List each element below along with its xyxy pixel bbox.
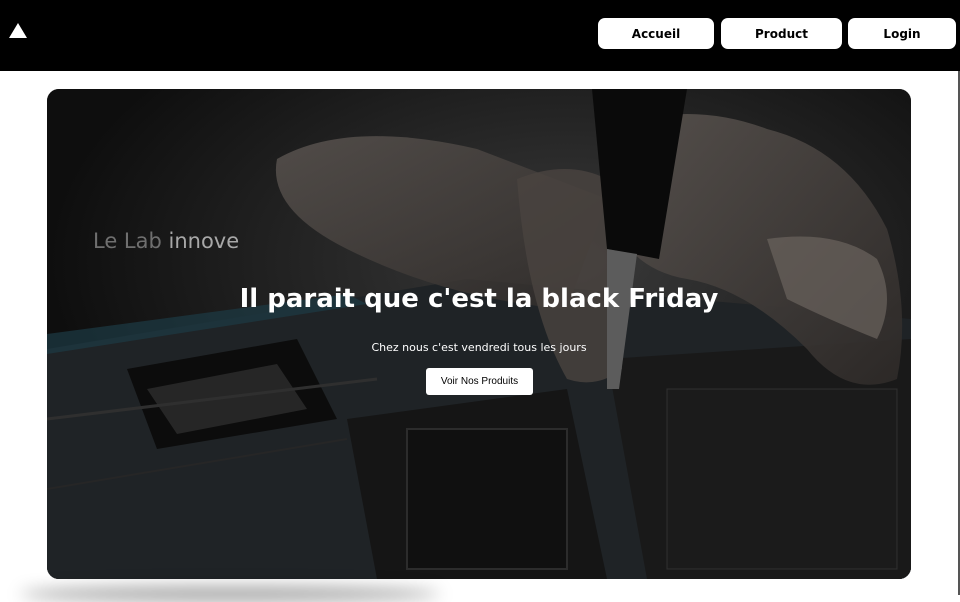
hero-banner: Le Lab innove Il parait que c'est la bla… [47,89,911,579]
tagline-light-text: Le Lab [93,229,169,253]
hero-title: Il parait que c'est la black Friday [239,284,719,314]
hero-subtitle: Chez nous c'est vendredi tous les jours [371,341,587,354]
nav-accueil-button[interactable]: Accueil [598,18,714,49]
navbar: Accueil Product Login [0,0,960,71]
tagline-strong-text: innove [168,229,240,253]
nav-product-button[interactable]: Product [721,18,842,49]
hero-tagline: Le Lab innove [93,229,239,253]
card-shadow [20,586,440,602]
triangle-logo-icon[interactable] [9,23,27,38]
view-products-button[interactable]: Voir Nos Produits [426,368,533,395]
nav-login-button[interactable]: Login [848,18,956,49]
hero-background-image [47,89,911,579]
